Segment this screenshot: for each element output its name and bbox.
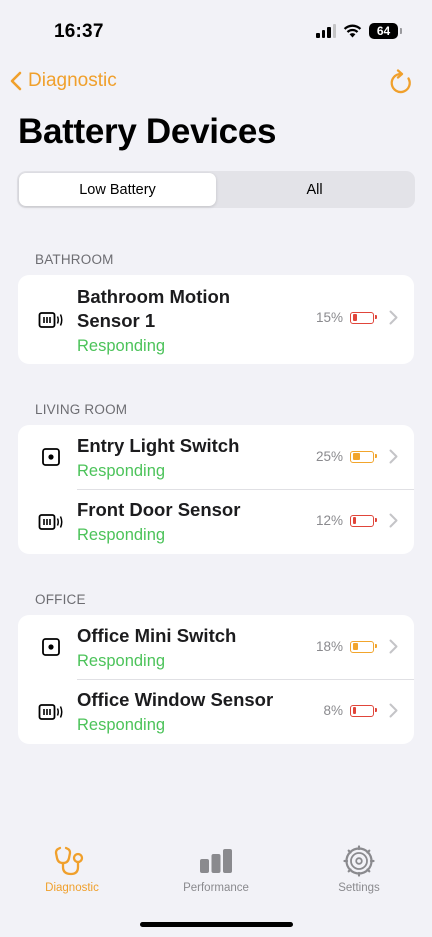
status-bar: 16:37 64 xyxy=(0,0,432,62)
device-name: Entry Light Switch xyxy=(77,435,240,456)
battery-level-icon xyxy=(350,514,377,527)
section-card-office: Office Mini Switch Responding 18% Office… xyxy=(18,615,414,744)
device-name-line-1: Bathroom Motion xyxy=(77,286,231,307)
tab-label: Diagnostic xyxy=(45,882,99,894)
battery-percent: 25% xyxy=(315,449,343,464)
chevron-right-icon xyxy=(389,703,398,718)
device-name: Office Mini Switch xyxy=(77,625,237,646)
back-button[interactable]: Diagnostic xyxy=(10,70,117,92)
device-name: Bathroom Motion Sensor 1 xyxy=(77,285,230,333)
status-indicators: 64 xyxy=(316,23,402,39)
device-status: Responding xyxy=(77,337,166,355)
status-time: 16:37 xyxy=(54,21,104,42)
battery-fill xyxy=(352,707,356,714)
device-status: Responding xyxy=(77,652,166,670)
sensor-icon xyxy=(38,307,64,333)
tab-label: Settings xyxy=(338,882,380,894)
device-text: Front Door Sensor Responding xyxy=(77,498,240,546)
chevron-left-icon xyxy=(10,71,22,91)
device-text: Office Mini Switch Responding xyxy=(77,624,236,672)
device-text: Bathroom Motion Sensor 1 Responding xyxy=(77,285,230,357)
section-header-bathroom: BATHROOM xyxy=(35,252,114,267)
page-title: Battery Devices xyxy=(18,112,277,151)
tab-performance[interactable]: Performance xyxy=(161,845,271,894)
chevron-right-icon xyxy=(389,310,398,325)
section-card-bathroom: Bathroom Motion Sensor 1 Responding 15% xyxy=(18,275,414,364)
battery-info: 8% xyxy=(323,703,398,718)
battery-info: 18% xyxy=(316,639,398,654)
cellular-signal-icon xyxy=(316,24,336,38)
device-name-line-2: Sensor 1 xyxy=(77,310,156,331)
stethoscope-icon xyxy=(54,846,84,876)
battery-fill xyxy=(352,314,357,321)
device-text: Entry Light Switch Responding xyxy=(77,434,239,482)
battery-level-icon xyxy=(350,704,377,717)
wifi-icon xyxy=(343,24,362,38)
battery-level: 64 xyxy=(376,24,391,38)
battery-percent: 8% xyxy=(323,703,343,718)
segment-all[interactable]: All xyxy=(216,173,413,206)
device-row[interactable]: Front Door Sensor Responding 12% xyxy=(18,489,414,554)
section-header-living-room: LIVING ROOM xyxy=(35,402,128,417)
device-status: Responding xyxy=(77,462,166,480)
segment-low-battery[interactable]: Low Battery xyxy=(19,173,216,206)
device-status: Responding xyxy=(77,526,166,544)
sensor-icon xyxy=(38,509,64,535)
chevron-right-icon xyxy=(389,449,398,464)
device-text: Office Window Sensor Responding xyxy=(77,688,273,736)
tab-diagnostic[interactable]: Diagnostic xyxy=(17,845,127,894)
device-row[interactable]: Office Window Sensor Responding 8% xyxy=(18,679,414,744)
device-row[interactable]: Entry Light Switch Responding 25% xyxy=(18,425,414,489)
sensor-icon xyxy=(38,699,64,725)
bar-chart-icon xyxy=(200,849,232,873)
back-label: Diagnostic xyxy=(28,70,117,91)
home-indicator xyxy=(140,922,293,927)
battery-status-icon: 64 xyxy=(369,23,402,39)
chevron-right-icon xyxy=(389,639,398,654)
battery-fill xyxy=(352,517,356,524)
battery-fill xyxy=(352,643,358,650)
device-name: Front Door Sensor xyxy=(77,499,241,520)
tab-settings[interactable]: Settings xyxy=(304,845,414,894)
battery-info: 12% xyxy=(316,513,398,528)
refresh-icon xyxy=(390,69,411,94)
device-name: Office Window Sensor xyxy=(77,689,274,710)
tab-bar: Diagnostic Performance Settings xyxy=(0,845,432,905)
chevron-right-icon xyxy=(389,513,398,528)
battery-percent: 12% xyxy=(315,513,343,528)
device-row[interactable]: Bathroom Motion Sensor 1 Responding 15% xyxy=(18,275,414,364)
tab-label: Performance xyxy=(183,882,249,894)
battery-level-icon xyxy=(350,450,377,463)
switch-icon xyxy=(38,444,64,470)
filter-segmented-control: Low Battery All xyxy=(17,171,415,208)
battery-fill xyxy=(352,453,360,460)
battery-info: 15% xyxy=(316,310,398,325)
battery-percent: 15% xyxy=(315,310,343,325)
section-header-office: OFFICE xyxy=(35,592,86,607)
device-status: Responding xyxy=(77,716,166,734)
device-row[interactable]: Office Mini Switch Responding 18% xyxy=(18,615,414,679)
switch-icon xyxy=(38,634,64,660)
refresh-button[interactable] xyxy=(388,69,414,102)
gear-icon xyxy=(343,845,375,877)
battery-level-icon xyxy=(350,640,377,653)
battery-level-icon xyxy=(350,311,377,324)
battery-info: 25% xyxy=(316,449,398,464)
section-card-living-room: Entry Light Switch Responding 25% Front … xyxy=(18,425,414,554)
battery-percent: 18% xyxy=(315,639,343,654)
